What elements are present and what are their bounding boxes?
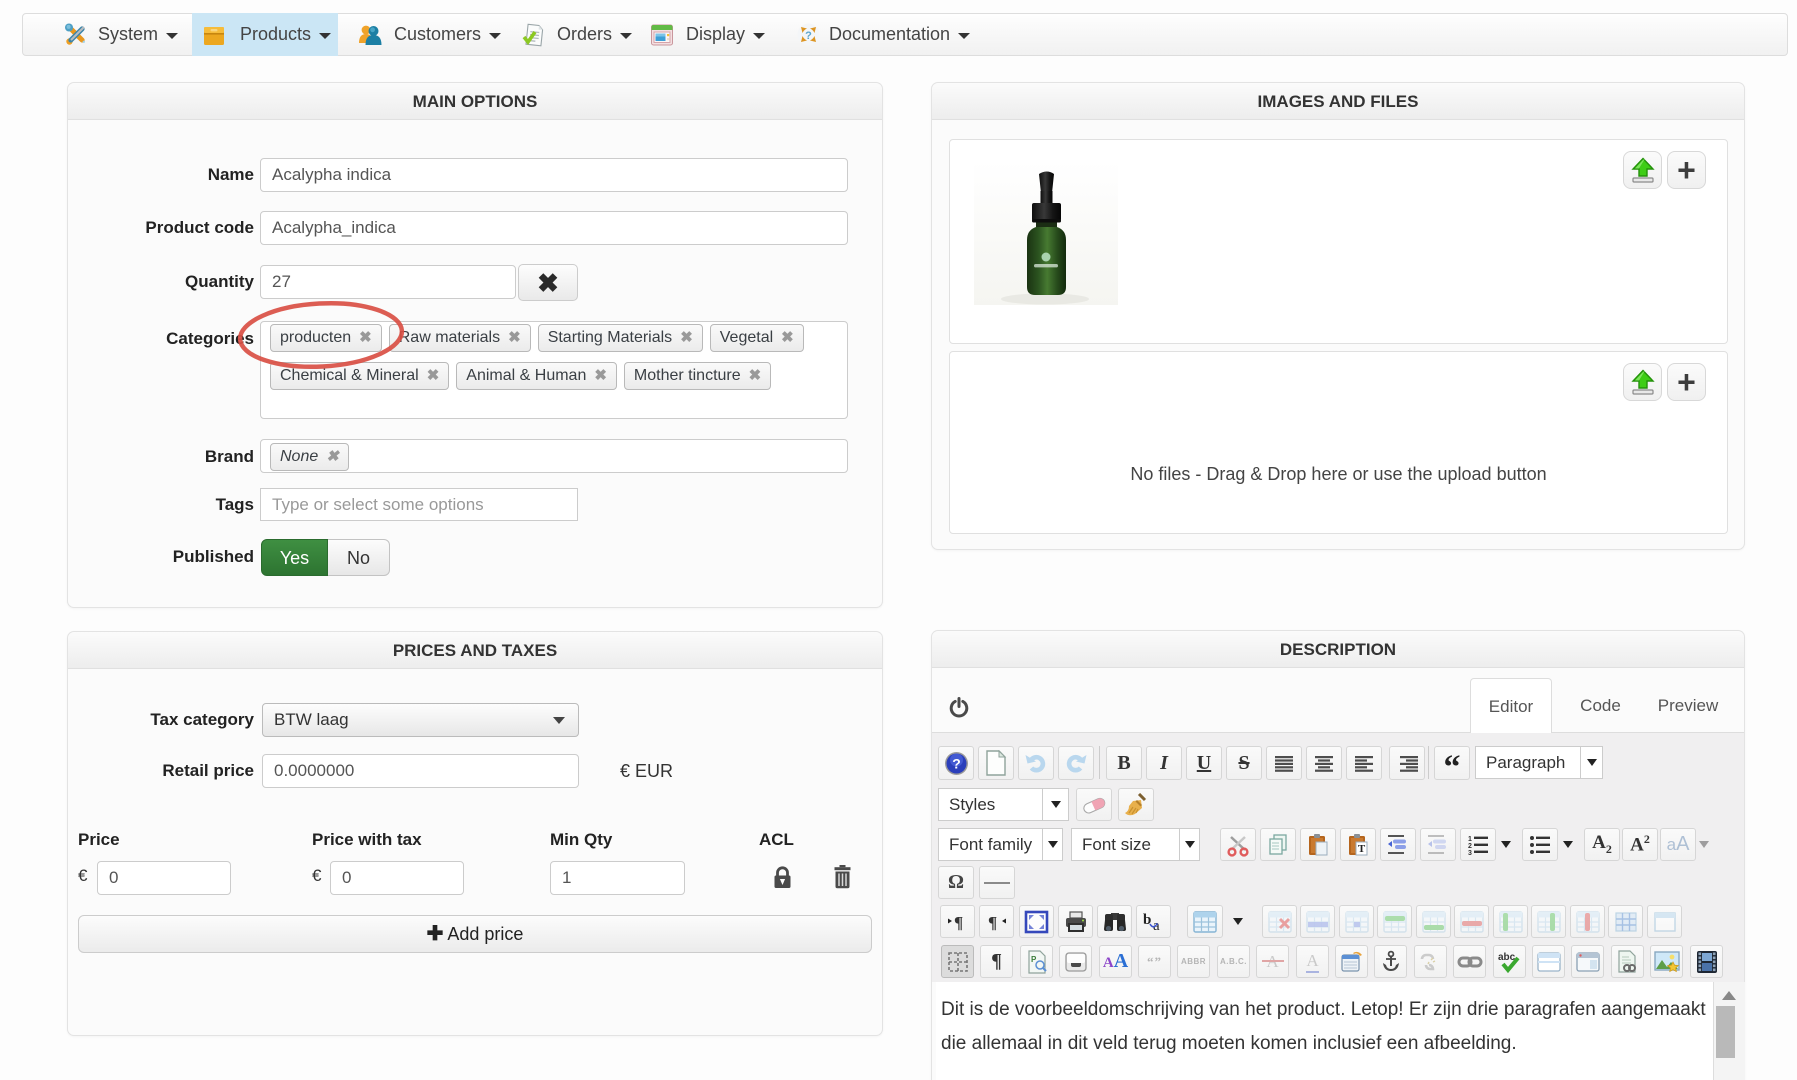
svg-text:¶: ¶ <box>988 913 997 932</box>
svg-text:3: 3 <box>1468 850 1472 857</box>
svg-text:b: b <box>1143 912 1151 928</box>
svg-text:2: 2 <box>1468 843 1472 850</box>
svg-text:?: ? <box>805 30 812 42</box>
svg-text:¶: ¶ <box>954 913 963 932</box>
svg-text:1: 1 <box>1468 836 1472 843</box>
svg-text:?: ? <box>952 755 961 771</box>
svg-text:T: T <box>1358 843 1366 855</box>
